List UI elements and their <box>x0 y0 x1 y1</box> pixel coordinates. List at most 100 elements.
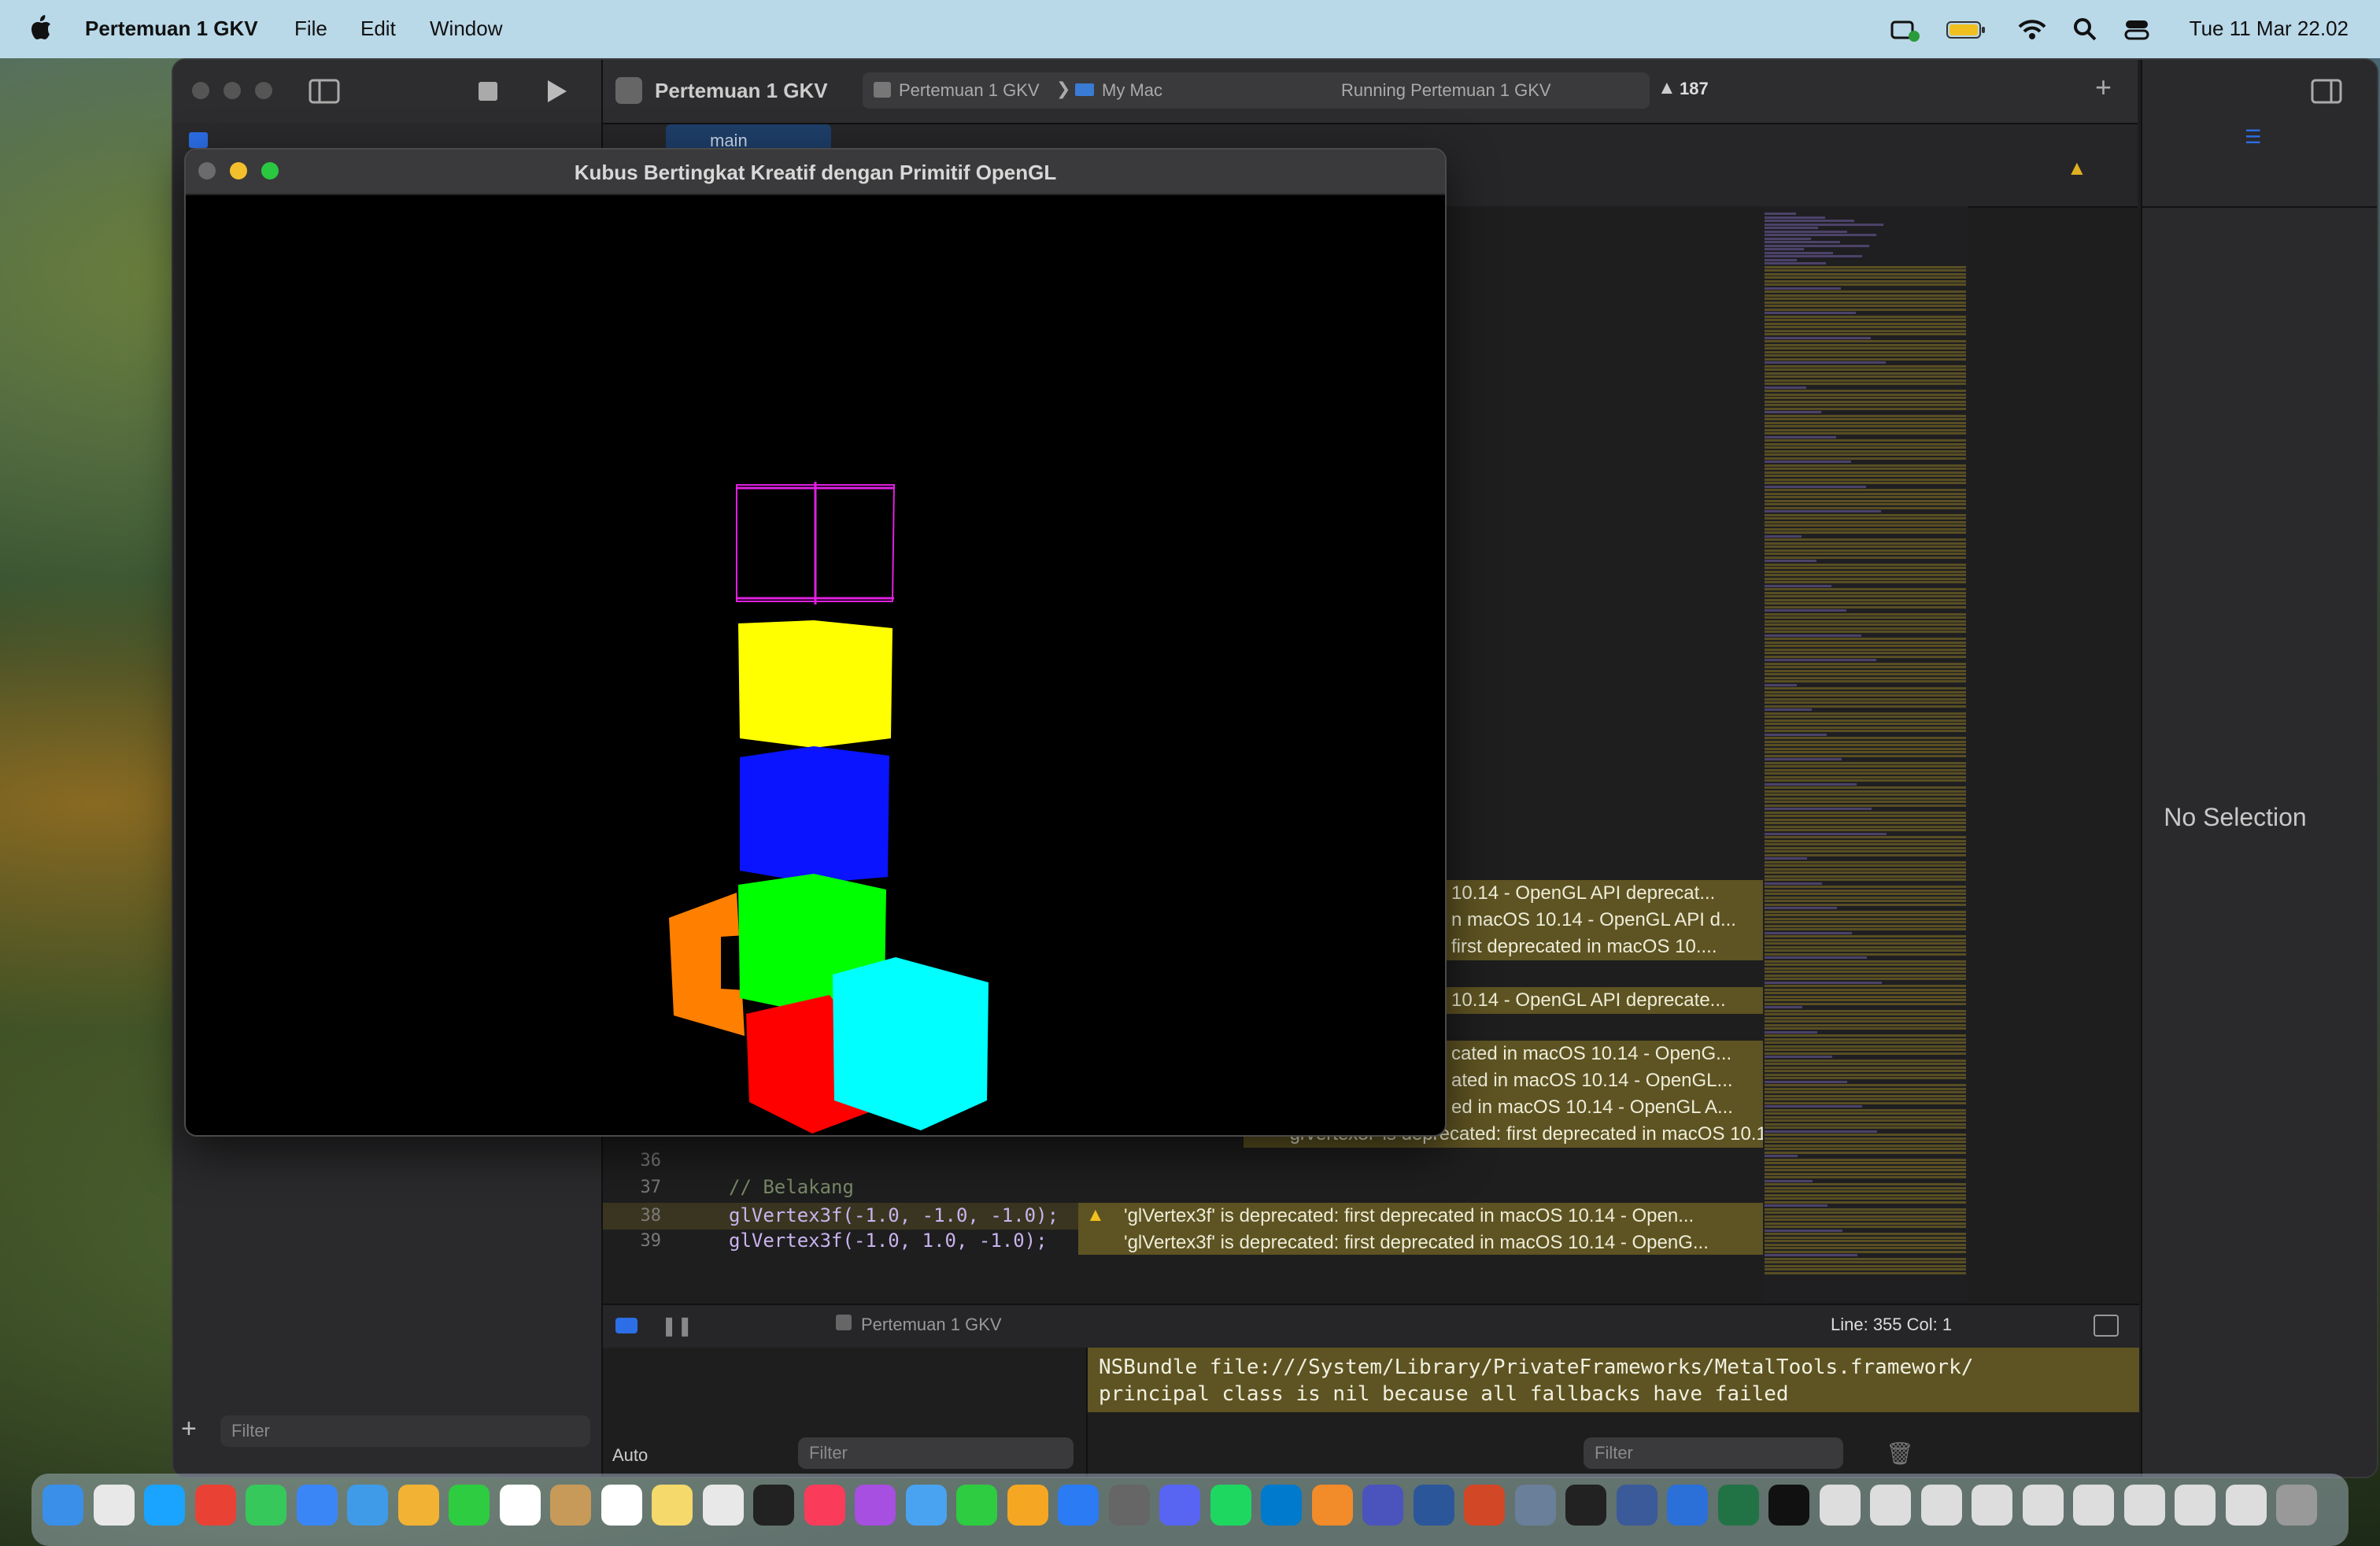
activity-view[interactable]: Pertemuan 1 GKV ❯ My Mac Running Pertemu… <box>863 72 1650 109</box>
warning-annotation[interactable]: first deprecated in macOS 10.... <box>1443 934 1771 960</box>
dock-app-icon[interactable] <box>397 1485 439 1526</box>
dock-app-icon[interactable] <box>1007 1485 1048 1526</box>
dock-app-icon[interactable] <box>1210 1485 1251 1526</box>
dock-app-icon[interactable] <box>2022 1485 2064 1526</box>
warning-annotation[interactable]: 10.14 - OpenGL API deprecate... <box>1443 987 1771 1014</box>
stop-icon[interactable] <box>477 80 499 102</box>
minimap-line <box>1765 598 1966 601</box>
warning-count-icon[interactable]: ▲ <box>1658 77 1676 99</box>
minimap-line <box>1765 988 1966 991</box>
dock-app-icon[interactable] <box>42 1485 83 1526</box>
console-toggle-icon[interactable] <box>2094 1315 2119 1337</box>
menu-file[interactable]: File <box>294 17 327 41</box>
dock-app-icon[interactable] <box>550 1485 591 1526</box>
warning-annotation[interactable]: cated in macOS 10.14 - OpenG... <box>1443 1041 1771 1067</box>
dock-app-icon[interactable] <box>1972 1485 2012 1526</box>
code-minimap[interactable] <box>1763 206 1968 1302</box>
activity-icon[interactable] <box>1889 16 1920 43</box>
issue-warning-icon[interactable]: ▲ <box>2067 156 2087 180</box>
minimap-line <box>1765 662 1966 665</box>
console-mode-select[interactable]: Auto <box>612 1445 648 1466</box>
dock-app-icon[interactable] <box>2123 1485 2165 1526</box>
dock-app-icon[interactable] <box>194 1485 236 1526</box>
dock-app-icon[interactable] <box>449 1485 490 1526</box>
minimap-line <box>1765 290 1966 293</box>
dock-app-icon[interactable] <box>2225 1485 2267 1526</box>
navigator-filter-input[interactable]: Filter <box>220 1415 590 1447</box>
dock-app-icon[interactable] <box>1616 1485 1658 1526</box>
minimap-line <box>1765 790 1966 793</box>
dock-app-icon[interactable] <box>2073 1485 2114 1526</box>
attributes-inspector-icon[interactable]: ☰ <box>2245 126 2262 149</box>
dock-app-icon[interactable] <box>601 1485 642 1526</box>
dock-app-icon[interactable] <box>1920 1485 1962 1526</box>
dock-app-icon[interactable] <box>855 1485 896 1526</box>
dock-app-icon[interactable] <box>1159 1485 1200 1526</box>
dock-app-icon[interactable] <box>1768 1485 1809 1526</box>
minimap-line <box>1765 425 1966 427</box>
wifi-icon[interactable] <box>2016 16 2048 43</box>
warning-annotation[interactable]: 'glVertex3f' is deprecated: first deprec… <box>1078 1230 1809 1255</box>
dock-app-icon[interactable] <box>1058 1485 1099 1526</box>
dock-app-icon[interactable] <box>347 1485 388 1526</box>
dock-app-icon[interactable] <box>1311 1485 1353 1526</box>
sidebar-toggle-icon[interactable] <box>309 79 340 104</box>
dock-app-icon[interactable] <box>753 1485 794 1526</box>
run-icon[interactable] <box>545 79 568 104</box>
variables-filter-input[interactable]: Filter <box>798 1437 1074 1469</box>
add-tab-icon[interactable]: + <box>2095 71 2112 104</box>
menu-edit[interactable]: Edit <box>360 17 396 41</box>
dock-app-icon[interactable] <box>2175 1485 2216 1526</box>
dock-app-icon[interactable] <box>2276 1485 2317 1526</box>
destination-name[interactable]: My Mac <box>1102 80 1162 101</box>
console-filter-input[interactable]: Filter <box>1584 1437 1843 1469</box>
control-center-icon[interactable] <box>2123 16 2150 43</box>
dock-app-icon[interactable] <box>246 1485 286 1526</box>
breakpoints-toggle-icon[interactable] <box>615 1318 638 1333</box>
dock-app-icon[interactable] <box>1565 1485 1606 1526</box>
dock-app-icon[interactable] <box>1870 1485 1911 1526</box>
inspector-toggle-icon[interactable] <box>2311 79 2342 104</box>
dock-app-icon[interactable] <box>1362 1485 1403 1526</box>
dock-app-icon[interactable] <box>1108 1485 1150 1526</box>
dock-app-icon[interactable] <box>93 1485 135 1526</box>
trash-icon[interactable]: 🗑 <box>1886 1441 1914 1466</box>
project-navigator-icon[interactable] <box>189 132 208 148</box>
warning-annotation[interactable]: n macOS 10.14 - OpenGL API d... <box>1443 907 1771 934</box>
warning-count[interactable]: 187 <box>1680 79 1709 99</box>
dock-app-icon[interactable] <box>1819 1485 1861 1526</box>
warning-annotation[interactable]: ed in macOS 10.14 - OpenGL A... <box>1443 1094 1771 1121</box>
scheme-name[interactable]: Pertemuan 1 GKV <box>899 80 1040 101</box>
app-name-menu[interactable]: Pertemuan 1 GKV <box>85 17 258 41</box>
dock-app-icon[interactable] <box>1514 1485 1556 1526</box>
dock-app-icon[interactable] <box>1717 1485 1759 1526</box>
dock-app-icon[interactable] <box>1667 1485 1708 1526</box>
dock-app-icon[interactable] <box>804 1485 845 1526</box>
dock-app-icon[interactable] <box>1261 1485 1302 1526</box>
warning-annotation[interactable]: ated in macOS 10.14 - OpenGL... <box>1443 1067 1771 1094</box>
battery-icon[interactable] <box>1946 16 1986 43</box>
xcode-close-button[interactable] <box>192 82 209 99</box>
dock-app-icon[interactable] <box>702 1485 744 1526</box>
dock-app-icon[interactable] <box>296 1485 338 1526</box>
dock-app-icon[interactable] <box>144 1485 185 1526</box>
dock-app-icon[interactable] <box>1413 1485 1454 1526</box>
warning-annotation[interactable]: 10.14 - OpenGL API deprecat... <box>1443 880 1771 907</box>
warning-annotation[interactable]: 'glVertex3f' is deprecated: first deprec… <box>1078 1203 1809 1230</box>
add-file-icon[interactable]: + <box>181 1414 197 1444</box>
pause-icon[interactable]: ❚❚ <box>661 1315 693 1337</box>
xcode-minimize-button[interactable] <box>224 82 241 99</box>
dock-app-icon[interactable] <box>652 1485 693 1526</box>
console-view[interactable]: NSBundle file:///System/Library/PrivateF… <box>1088 1348 2139 1477</box>
dock-app-icon[interactable] <box>905 1485 947 1526</box>
apple-menu-icon[interactable] <box>30 14 52 41</box>
menubar-clock[interactable]: Tue 11 Mar 22.02 <box>2190 17 2349 41</box>
minimap-line <box>1765 942 1966 945</box>
minimap-line <box>1765 407 1966 410</box>
dock-app-icon[interactable] <box>499 1485 541 1526</box>
dock-app-icon[interactable] <box>1464 1485 1505 1526</box>
spotlight-search-icon[interactable] <box>2071 16 2098 43</box>
menu-window[interactable]: Window <box>430 17 502 41</box>
xcode-zoom-button[interactable] <box>255 82 272 99</box>
dock-app-icon[interactable] <box>956 1485 997 1526</box>
